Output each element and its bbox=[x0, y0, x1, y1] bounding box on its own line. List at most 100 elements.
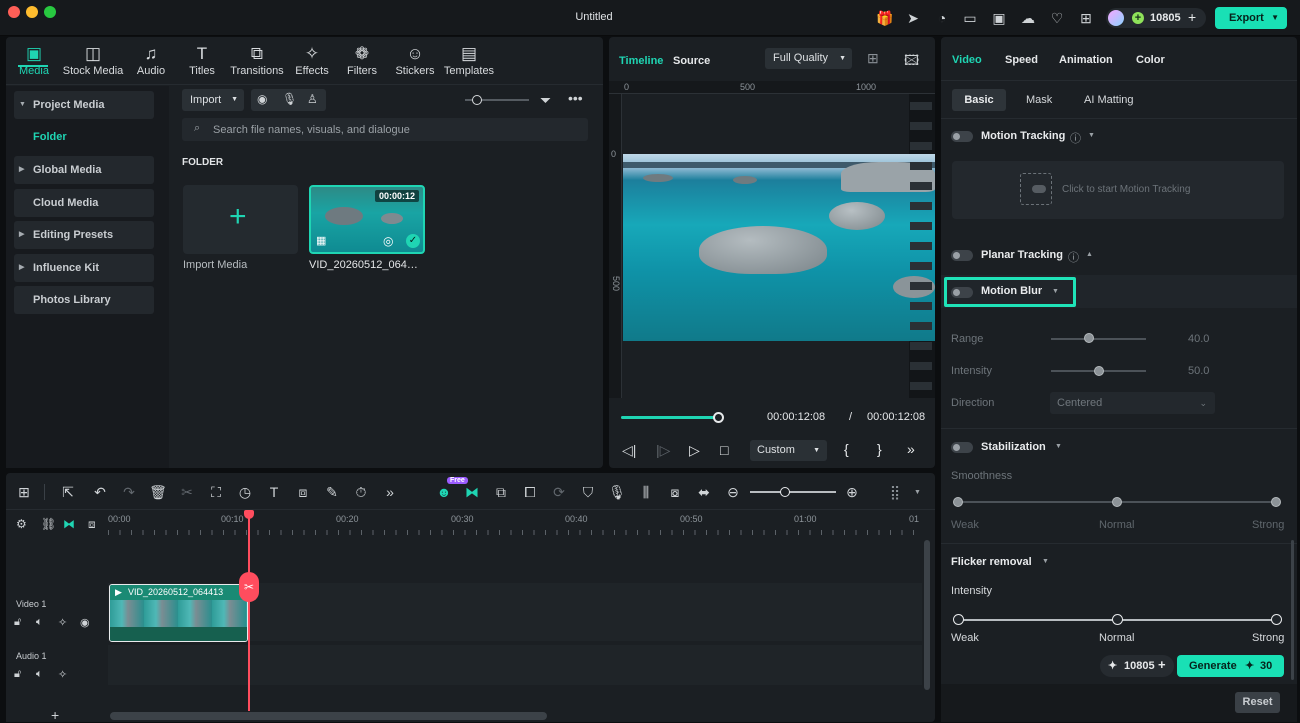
volume-icon[interactable]: 🔈︎ bbox=[36, 616, 43, 629]
magnet-icon[interactable]: ⧓ bbox=[63, 517, 75, 531]
add-credits-icon[interactable]: + bbox=[1158, 654, 1166, 676]
microphone-icon[interactable]: 🎙 bbox=[282, 92, 297, 106]
lock-icon[interactable]: 🔓︎ bbox=[14, 668, 21, 681]
save-icon[interactable]: ▣ bbox=[991, 10, 1007, 26]
credits-pill[interactable]: + 10805 + bbox=[1106, 8, 1206, 28]
smoothness-knob-normal[interactable] bbox=[1112, 497, 1122, 507]
sidebar-item-photos-library[interactable]: Photos Library bbox=[14, 286, 154, 314]
tab-speed[interactable]: Speed bbox=[1005, 54, 1038, 66]
crop-icon[interactable]: ⛶ bbox=[206, 482, 226, 502]
planar-tracking-toggle[interactable] bbox=[951, 250, 973, 261]
tab-transitions[interactable]: ⧉ Transitions bbox=[228, 43, 286, 83]
delete-icon[interactable]: 🗑 bbox=[148, 482, 168, 502]
shape-icon[interactable]: ⧈ bbox=[293, 482, 313, 502]
effects-toggle-icon[interactable]: ✧ bbox=[58, 616, 67, 629]
record-screen-icon[interactable]: ◉ bbox=[257, 92, 267, 106]
support-icon[interactable]: ♡ bbox=[1049, 10, 1065, 26]
tab-titles[interactable]: T Titles bbox=[184, 43, 220, 83]
more-controls-icon[interactable]: » bbox=[907, 441, 915, 457]
intensity-slider-knob[interactable] bbox=[1093, 366, 1104, 376]
chevron-up-icon[interactable]: ▲ bbox=[1086, 251, 1093, 258]
voiceover-icon[interactable]: ♙ bbox=[307, 92, 318, 106]
range-slider-track[interactable] bbox=[1051, 338, 1146, 340]
import-dropdown[interactable]: Import ▼ bbox=[182, 89, 244, 111]
mark-out-icon[interactable]: } bbox=[877, 441, 882, 457]
split-scissors-icon[interactable]: ✂ bbox=[239, 572, 259, 602]
sidebar-item-project-media[interactable]: ▼ Project Media bbox=[14, 91, 154, 119]
timeline-ruler[interactable]: 00:00 00:10 00:20 00:30 00:40 00:50 01:0… bbox=[108, 511, 922, 537]
sidebar-item-global-media[interactable]: ▶ Global Media bbox=[14, 156, 154, 184]
tab-templates[interactable]: ▤ Templates bbox=[442, 43, 496, 83]
help-icon[interactable]: ⓘ bbox=[1070, 130, 1081, 146]
chevron-down-icon[interactable]: ▼ bbox=[1042, 558, 1049, 565]
tab-source[interactable]: Source bbox=[673, 55, 710, 67]
ai-copilot-icon[interactable]: ☻ bbox=[434, 482, 454, 502]
audio-mixer-icon[interactable]: ⫼ bbox=[636, 482, 656, 502]
stabilization-toggle[interactable] bbox=[951, 442, 973, 453]
sidebar-item-folder[interactable]: Folder bbox=[33, 131, 67, 143]
direction-dropdown[interactable]: Centered ⌄ bbox=[1050, 392, 1215, 414]
subtab-ai-matting[interactable]: AI Matting bbox=[1084, 94, 1134, 106]
motion-blur-toggle[interactable] bbox=[951, 287, 973, 298]
timeline-zoom-slider[interactable] bbox=[750, 491, 836, 493]
timer-icon[interactable]: ⏱ bbox=[351, 482, 371, 502]
screen-record-icon[interactable]: ⧇ bbox=[665, 482, 685, 502]
more-tools-icon[interactable]: » bbox=[380, 482, 400, 502]
tab-filters[interactable]: ❁ Filters bbox=[344, 43, 380, 83]
next-frame-icon[interactable]: |▷ bbox=[656, 442, 670, 459]
unlink-icon[interactable]: ⛓ bbox=[41, 517, 56, 531]
tab-stickers[interactable]: ☺ Stickers bbox=[394, 43, 436, 83]
flicker-knob-weak[interactable] bbox=[953, 614, 964, 625]
add-track-icon[interactable]: + bbox=[51, 707, 59, 723]
range-slider-knob[interactable] bbox=[1084, 333, 1094, 343]
track-add-icon[interactable]: ⧈ bbox=[88, 517, 96, 532]
timeline-video-clip[interactable]: ▶ VID_20260512_064413 bbox=[109, 584, 248, 642]
media-clip-thumbnail[interactable]: 00:00:12 ▦ ◎ ✓ bbox=[309, 185, 425, 254]
more-options-icon[interactable]: ••• bbox=[568, 90, 583, 106]
smoothness-knob-weak[interactable] bbox=[953, 497, 963, 507]
playback-progress-knob[interactable] bbox=[713, 412, 724, 423]
sidebar-item-editing-presets[interactable]: ▶ Editing Presets bbox=[14, 221, 154, 249]
smoothness-knob-strong[interactable] bbox=[1271, 497, 1281, 507]
video-preview-frame[interactable] bbox=[623, 154, 935, 341]
text-tool-icon[interactable]: T bbox=[264, 482, 284, 502]
chevron-down-icon[interactable]: ▼ bbox=[1088, 132, 1095, 139]
timeline-vertical-scrollbar[interactable] bbox=[924, 540, 930, 690]
export-button[interactable]: Export ▼ bbox=[1215, 7, 1287, 29]
tab-color[interactable]: Color bbox=[1136, 54, 1165, 66]
flicker-knob-normal[interactable] bbox=[1112, 614, 1123, 625]
send-icon[interactable]: ➤ bbox=[905, 10, 921, 26]
import-media-tile[interactable]: + bbox=[183, 185, 298, 254]
mark-in-icon[interactable]: { bbox=[844, 441, 849, 457]
properties-scrollbar[interactable] bbox=[1291, 540, 1294, 680]
tab-stock-media[interactable]: ◫ Stock Media bbox=[62, 43, 124, 83]
microphone-icon[interactable]: 🎙 bbox=[607, 482, 627, 502]
ai-sticker-icon[interactable]: ⟳ bbox=[549, 482, 569, 502]
track-settings-icon[interactable]: ⚙ bbox=[16, 517, 27, 531]
flicker-knob-strong[interactable] bbox=[1271, 614, 1282, 625]
subtab-basic[interactable]: Basic bbox=[952, 89, 1006, 111]
add-credits-icon[interactable]: + bbox=[1188, 9, 1196, 25]
tab-timeline[interactable]: Timeline bbox=[619, 55, 663, 67]
apps-icon[interactable]: ⊞ bbox=[1078, 10, 1094, 26]
eye-icon[interactable]: ◉ bbox=[80, 616, 90, 629]
timeline-zoom-knob[interactable] bbox=[780, 487, 790, 497]
headset-icon[interactable]: ◔ bbox=[934, 10, 950, 26]
tab-animation[interactable]: Animation bbox=[1059, 54, 1113, 66]
effects-toggle-icon[interactable]: ✧ bbox=[58, 668, 67, 681]
track-density-icon[interactable]: ⣿ bbox=[885, 482, 905, 502]
subtab-mask[interactable]: Mask bbox=[1026, 94, 1052, 106]
previous-frame-icon[interactable]: ◁| bbox=[622, 442, 636, 459]
thumbnail-size-knob[interactable] bbox=[472, 95, 482, 105]
sidebar-item-influence-kit[interactable]: ▶ Influence Kit bbox=[14, 254, 154, 282]
intensity-value[interactable]: 50.0 bbox=[1188, 365, 1209, 377]
motion-tracking-toggle[interactable] bbox=[951, 131, 973, 142]
layout-icon[interactable]: ⊞ bbox=[14, 482, 34, 502]
chevron-down-icon[interactable]: ▼ bbox=[1055, 443, 1062, 450]
tab-media[interactable]: ▣ Media bbox=[16, 43, 52, 83]
zoom-out-icon[interactable]: ⊖ bbox=[723, 482, 743, 502]
range-value[interactable]: 40.0 bbox=[1188, 333, 1209, 345]
speed-icon[interactable]: ◷ bbox=[235, 482, 255, 502]
undo-icon[interactable]: ↶ bbox=[90, 482, 110, 502]
tab-video[interactable]: Video bbox=[952, 54, 982, 66]
